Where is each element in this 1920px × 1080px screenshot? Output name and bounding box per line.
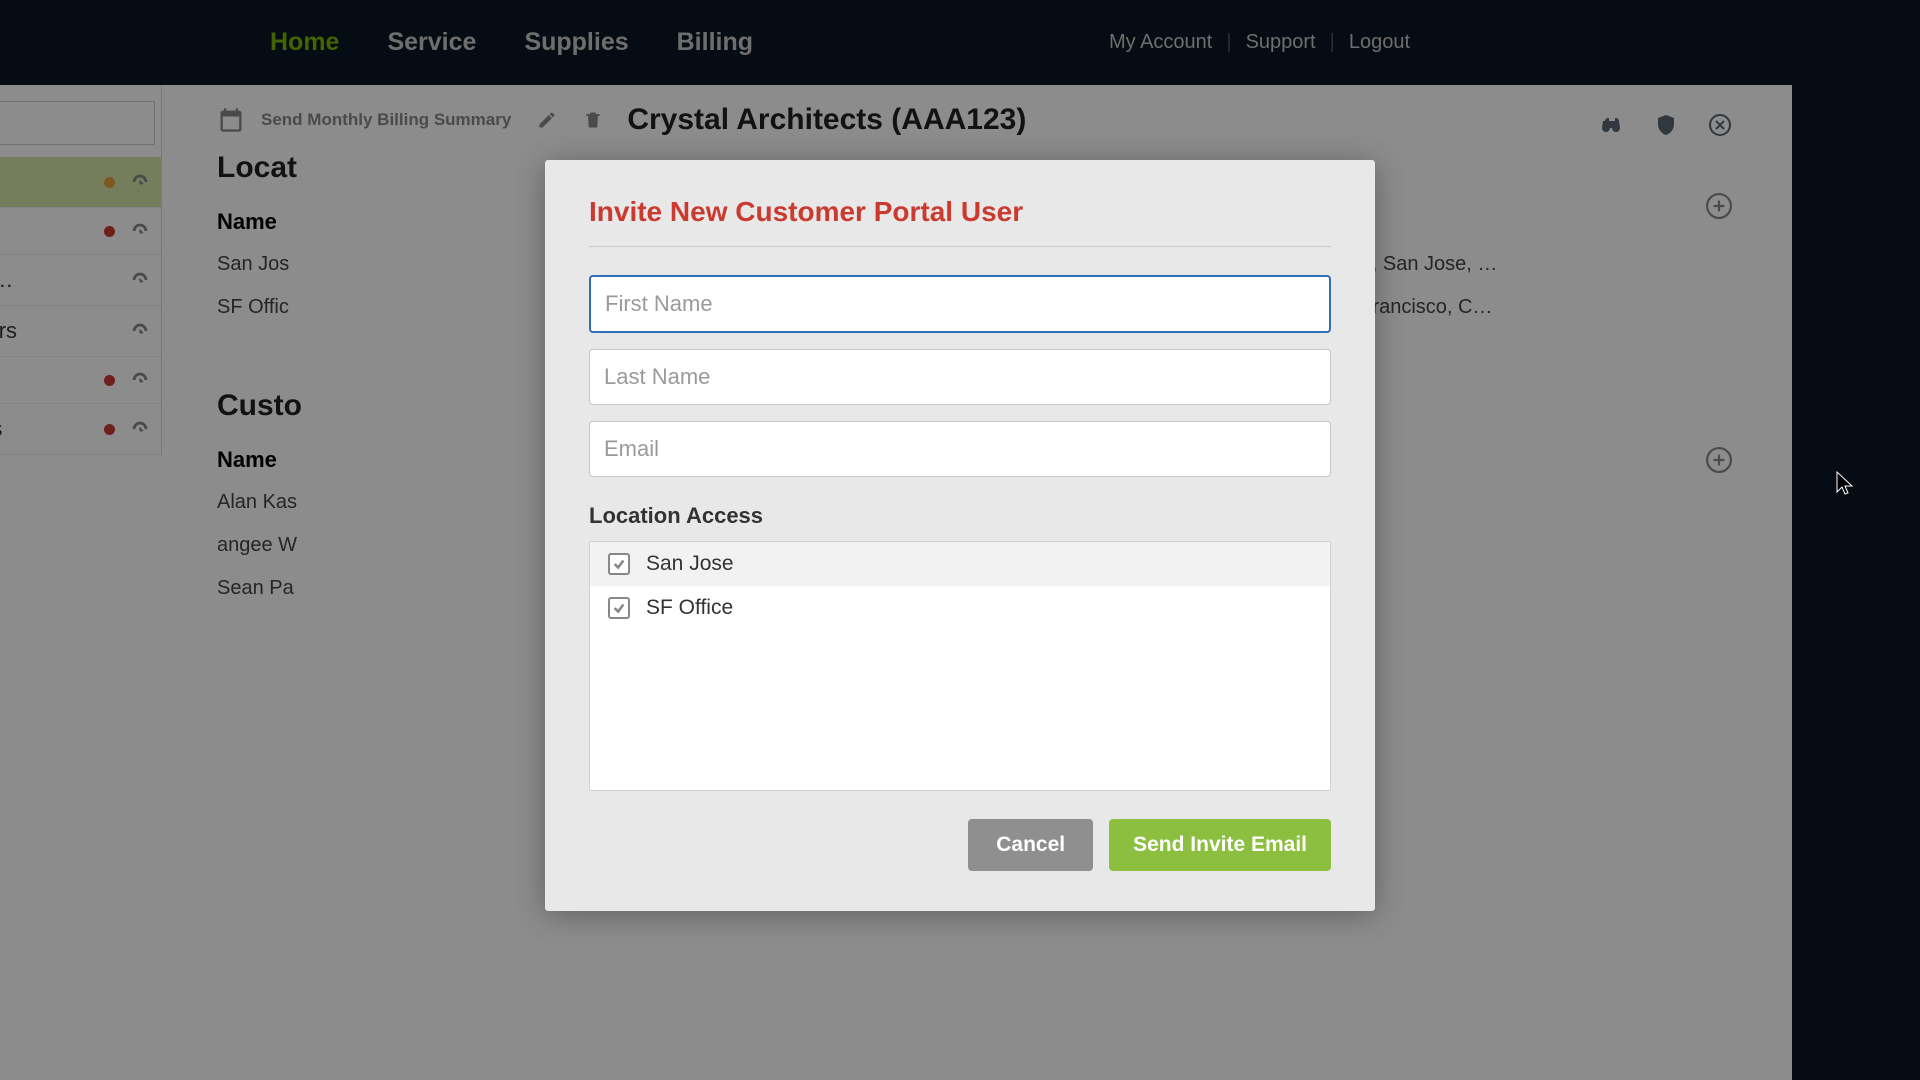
send-invite-button[interactable]: Send Invite Email — [1109, 819, 1331, 871]
invite-user-modal: Invite New Customer Portal User Location… — [545, 160, 1375, 911]
last-name-input[interactable] — [589, 349, 1331, 405]
modal-overlay: Invite New Customer Portal User Location… — [0, 0, 1920, 1080]
location-option[interactable]: San Jose — [590, 542, 1330, 586]
modal-title: Invite New Customer Portal User — [589, 196, 1331, 247]
email-input[interactable] — [589, 421, 1331, 477]
modal-actions: Cancel Send Invite Email — [589, 819, 1331, 871]
location-access-list: San Jose SF Office — [589, 541, 1331, 791]
first-name-input[interactable] — [589, 275, 1331, 333]
location-access-label: Location Access — [589, 503, 1331, 529]
location-option-label: SF Office — [646, 596, 733, 620]
cancel-button[interactable]: Cancel — [968, 819, 1093, 871]
location-option-label: San Jose — [646, 552, 734, 576]
checkbox-icon[interactable] — [608, 597, 630, 619]
checkbox-icon[interactable] — [608, 553, 630, 575]
location-option[interactable]: SF Office — [590, 586, 1330, 630]
